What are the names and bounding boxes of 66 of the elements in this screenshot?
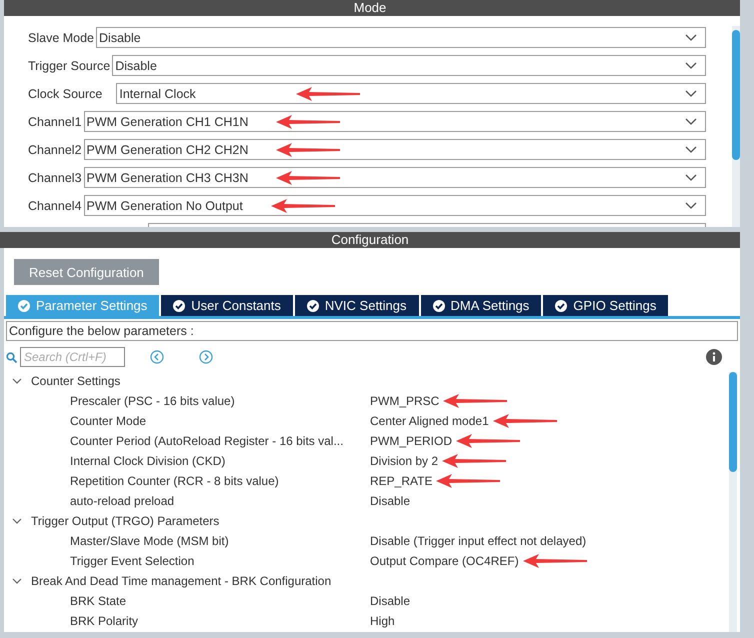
panel-header: Configuration [0,232,740,248]
chevron-down-icon[interactable] [685,174,697,182]
check-circle-icon [555,300,568,312]
field-label: Channel4 [28,198,82,212]
parameter-value: PWM_PERIOD [370,434,452,448]
scrollbar[interactable] [732,26,740,227]
parameter-name: Counter Period (AutoReload Register - 16 bits val... [70,433,344,450]
tab[interactable]: GPIO Settings [543,295,668,316]
check-circle-icon [18,300,30,312]
previous-icon[interactable] [150,350,164,364]
chevron-down-icon[interactable] [685,118,697,126]
chevron-down-icon[interactable] [685,146,697,154]
parameter-name: Internal Clock Division (CKD) [70,453,226,470]
parameter-value: Output Compare (OC4REF) [370,554,519,568]
tab[interactable]: NVIC Settings [294,295,419,316]
field-label: Channel3 [28,170,82,184]
parameter-name: auto-reload preload [70,493,176,510]
field-label: Slave Mode [28,30,94,44]
field-label: Channel1 [28,114,82,128]
group-heading: Break And Dead Time management - BRK Configuration [31,574,332,588]
info-icon[interactable] [706,349,722,365]
parameter-value: Disable [370,594,410,608]
description-text: Configure the below parameters : [6,321,738,341]
parameter-value: Disable [370,494,410,508]
group-heading: Trigger Output (TRGO) Parameters [31,514,220,528]
group-heading: Counter Settings [31,374,120,388]
parameter-value: Center Aligned mode1 [370,414,489,428]
search-field[interactable]: Search (Crtl+F) [20,347,125,367]
parameter-value: Disable (Trigger input effect not delayed) [370,534,586,548]
next-icon[interactable] [199,350,213,364]
parameter-value: High [370,614,395,628]
parameter-name: Repetition Counter (RCR - 8 bits value) [70,473,280,490]
chevron-icon[interactable] [12,518,22,524]
chevron-icon[interactable] [12,378,22,384]
parameter-name: BRK State [70,593,128,610]
parameter-name: Master/Slave Mode (MSM bit) [70,533,230,550]
parameter-value: REP_RATE [370,474,432,488]
field-label: Clock Source [28,86,102,100]
chevron-down-icon[interactable] [685,34,697,42]
dropdown[interactable]: PWM Generation CH1 CH1N [84,111,706,132]
parameter-value: PWM_PRSC [370,394,440,408]
check-circle-icon [306,300,319,312]
parameter-name: Prescaler (PSC - 16 bits value) [70,393,236,410]
tab[interactable]: User Constants [161,295,293,316]
chevron-down-icon[interactable] [685,90,697,98]
check-circle-icon [432,300,445,312]
dropdown[interactable]: Disable [112,55,706,76]
check-circle-icon [173,300,186,312]
dropdown[interactable]: Disable [96,27,706,48]
search-icon [6,352,17,362]
parameter-name: Trigger Event Selection [70,553,196,570]
chevron-down-icon[interactable] [685,202,697,210]
field-label: Channel2 [28,142,82,156]
parameter-value: Division by 2 [370,454,438,468]
parameter-name: BRK Polarity [70,613,140,630]
chevron-down-icon[interactable] [685,62,697,70]
parameter-name: Counter Mode [70,413,148,430]
dropdown[interactable]: PWM Generation CH2 CH2N [84,139,706,160]
field-label: Trigger Source [28,58,110,72]
chevron-icon[interactable] [12,578,22,584]
panel-header: Mode [4,0,740,16]
scrollbar[interactable] [729,372,737,632]
dropdown[interactable]: Internal Clock [116,83,706,104]
dropdown[interactable]: PWM Generation No Output [84,195,706,216]
dropdown[interactable]: PWM Generation CH3 CH3N [84,167,706,188]
tab[interactable]: DMA Settings [420,295,542,316]
